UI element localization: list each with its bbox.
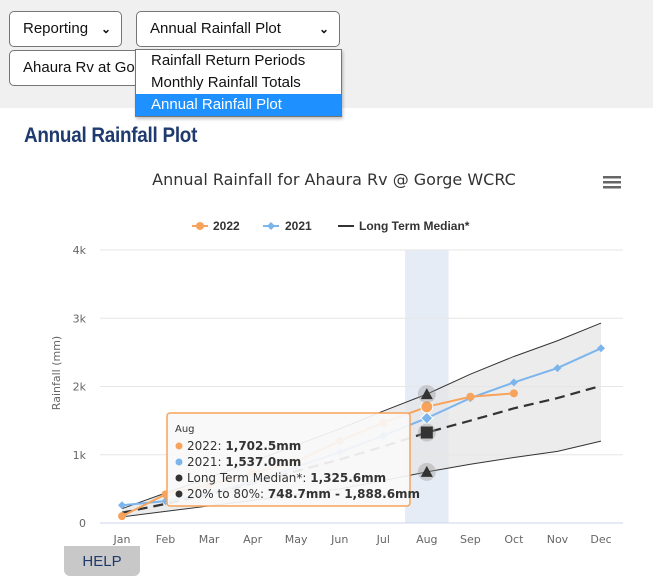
report-type-select[interactable]: Reporting ⌄ — [9, 11, 122, 47]
plot-type-select[interactable]: Annual Rainfall Plot ⌄ — [136, 11, 340, 47]
site-value: Ahaura Rv at Gorge — [23, 59, 149, 76]
x-tick-label: Sep — [460, 533, 481, 546]
site-select[interactable]: Ahaura Rv at Gorge — [9, 50, 149, 86]
data-point-2022 — [509, 389, 518, 398]
x-tick-label: Nov — [547, 533, 569, 546]
report-type-value: Reporting — [23, 20, 89, 37]
x-tick-label: Feb — [156, 533, 175, 546]
median-marker — [420, 426, 433, 439]
x-tick-label: Dec — [590, 533, 611, 546]
x-tick-label: Jan — [113, 533, 131, 546]
plot-type-dropdown: Rainfall Return Periods Monthly Rainfall… — [135, 49, 342, 117]
y-tick-label: 0 — [79, 517, 86, 530]
hamburger-menu-icon[interactable] — [603, 176, 621, 189]
tooltip-dot — [175, 474, 183, 482]
tooltip-row: 2021: 1,537.0mm — [187, 455, 301, 469]
legend-label-2021: 2021 — [285, 219, 312, 233]
chart-tooltip: Aug 2022: 1,702.5mm 2021: 1,537.0mm Long Te… — [166, 412, 420, 507]
help-button[interactable]: HELP — [64, 546, 140, 576]
x-tick-label: Aug — [416, 533, 437, 546]
x-tick-label: Jun — [330, 533, 348, 546]
tooltip-dot — [175, 490, 183, 498]
chevron-down-icon: ⌄ — [100, 22, 111, 36]
y-tick-label: 3k — [73, 312, 87, 325]
data-point-2022 — [466, 392, 475, 401]
legend-item-2021[interactable]: 2021 — [263, 219, 312, 233]
annual-rainfall-chart: Annual Rainfall for Ahaura Rv @ Gorge WC… — [50, 170, 623, 546]
x-tick-label: Jul — [376, 533, 390, 546]
x-tick-label: May — [285, 533, 308, 546]
dropdown-option-return-periods[interactable]: Rainfall Return Periods — [136, 50, 341, 72]
y-tick-label: 4k — [73, 244, 87, 257]
x-tick-label: Oct — [504, 533, 524, 546]
tooltip-row: 20% to 80%: 748.7mm - 1,888.6mm — [187, 487, 420, 501]
tooltip-header: Aug — [175, 424, 195, 435]
x-tick-label: Mar — [199, 533, 220, 546]
page-title: Annual Rainfall Plot — [24, 124, 198, 147]
y-tick-label: 1k — [73, 449, 87, 462]
legend-label-median: Long Term Median* — [359, 219, 470, 233]
legend-item-2022[interactable]: 2022 — [192, 219, 240, 233]
tooltip-row: Long Term Median*: 1,325.6mm — [187, 471, 386, 485]
legend-item-median[interactable]: Long Term Median* — [338, 219, 470, 233]
chart-legend: 2022 2021 Long Term Median* — [192, 219, 470, 233]
y-axis-label: Rainfall (mm) — [50, 336, 63, 410]
chevron-down-icon: ⌄ — [318, 22, 329, 36]
x-tick-label: Apr — [243, 533, 263, 546]
y-tick-label: 2k — [73, 381, 87, 394]
plot-type-value: Annual Rainfall Plot — [150, 20, 281, 37]
tooltip-row: 2022: 1,702.5mm — [187, 439, 301, 453]
legend-label-2022: 2022 — [213, 219, 240, 233]
tooltip-dot — [175, 442, 183, 450]
dropdown-option-monthly-totals[interactable]: Monthly Rainfall Totals — [136, 72, 341, 94]
tooltip-dot — [175, 458, 183, 466]
chart-title: Annual Rainfall for Ahaura Rv @ Gorge WC… — [152, 170, 516, 189]
dropdown-option-annual-plot[interactable]: Annual Rainfall Plot — [136, 94, 341, 116]
data-point-2022 — [118, 512, 126, 521]
